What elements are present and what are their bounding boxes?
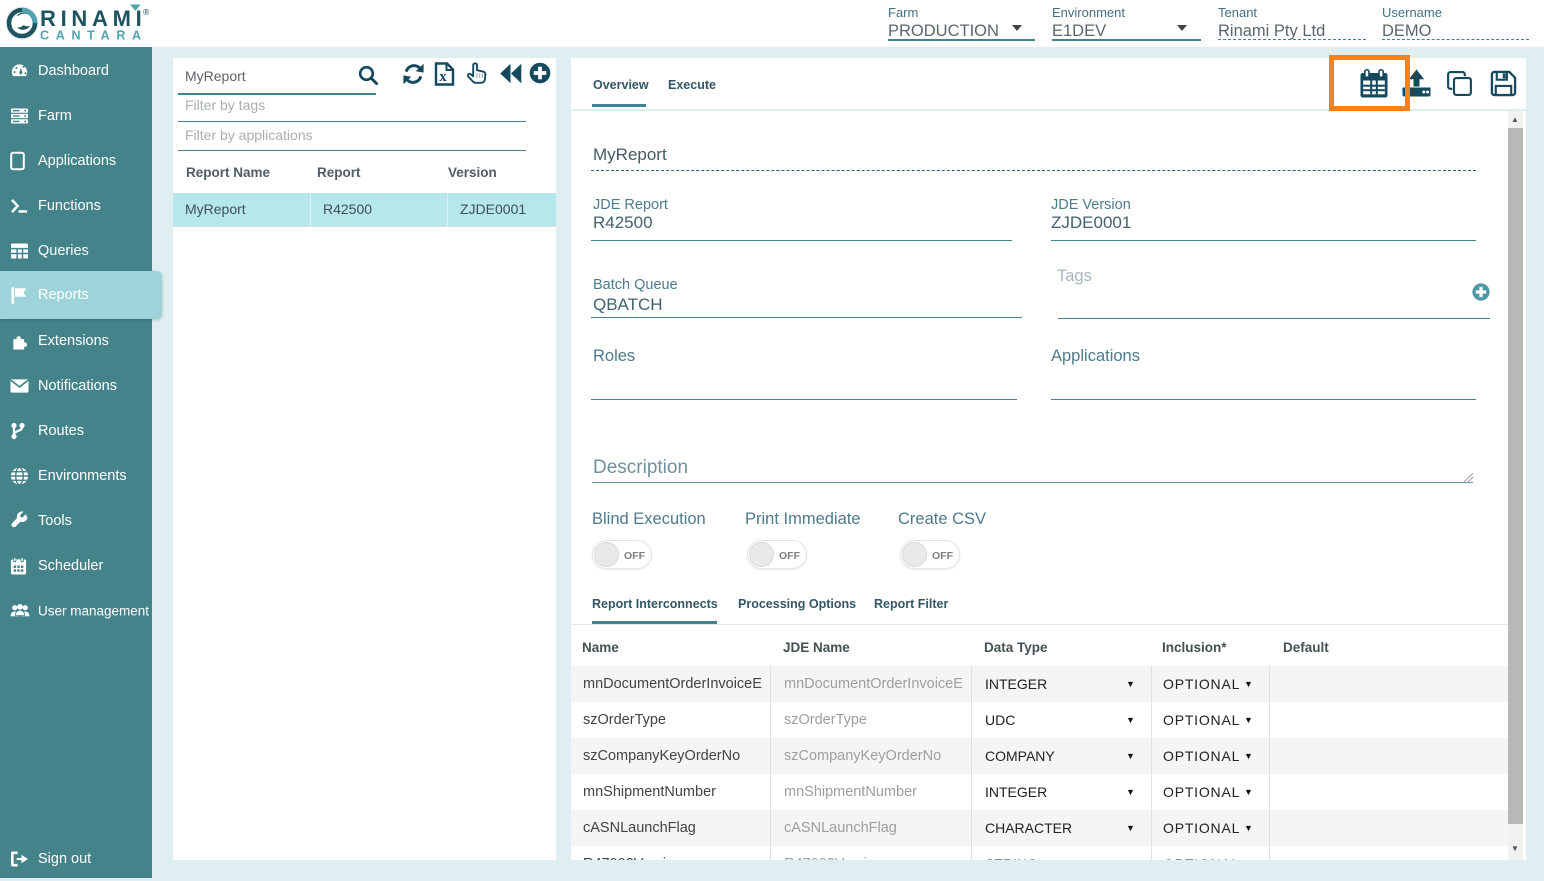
svg-text:CANTARA: CANTARA [40, 29, 148, 43]
svg-text:x: x [439, 69, 447, 85]
svg-text:RINAMI: RINAMI [40, 6, 146, 31]
svg-text:®: ® [143, 7, 150, 17]
